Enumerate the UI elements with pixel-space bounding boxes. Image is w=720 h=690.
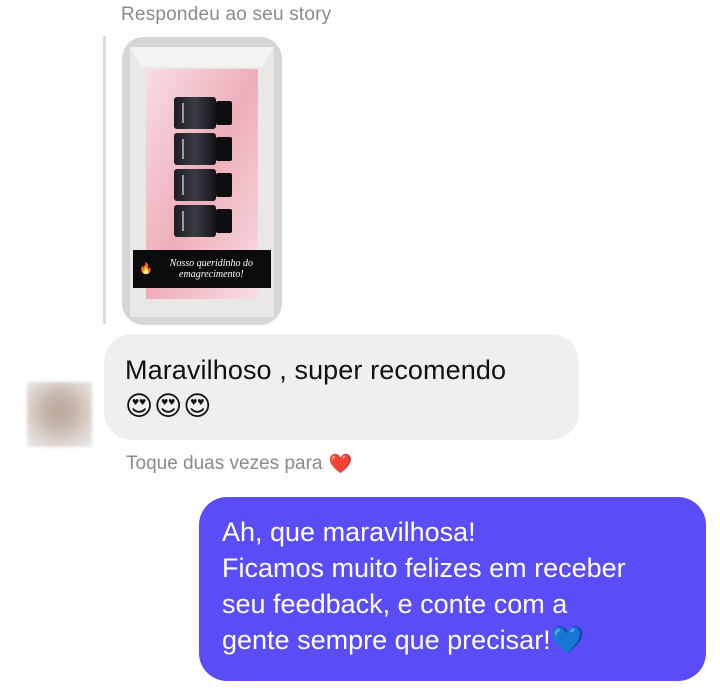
bottle-2 — [174, 133, 232, 165]
outgoing-message-line: seu feedback, e conte com a — [222, 589, 568, 619]
bottle-1 — [174, 97, 232, 129]
story-caption: 🔥 Nosso queridinho do emagrecimento! — [133, 250, 271, 288]
bottle-4 — [174, 205, 232, 237]
outgoing-message-line: gente sempre que precisar!💙 — [222, 625, 585, 655]
bottle-3 — [174, 169, 232, 201]
heart-icon: ❤️ — [328, 454, 353, 475]
outgoing-message-bubble[interactable]: Ah, que maravilhosa! Ficamos muito feliz… — [199, 497, 706, 681]
fire-icon: 🔥 — [139, 262, 153, 275]
outgoing-message-line: Ah, que maravilhosa! — [222, 517, 476, 547]
incoming-message-emojis: 😍😍😍 — [125, 391, 213, 421]
outgoing-message-line: Ficamos muito felizes em receber — [222, 553, 626, 583]
quote-bar — [103, 36, 106, 324]
story-reply-label: Respondeu ao seu story — [121, 4, 332, 25]
incoming-message-text: Maravilhoso , super recomendo — [125, 355, 507, 385]
avatar[interactable] — [27, 382, 92, 447]
story-thumbnail[interactable]: 🔥 Nosso queridinho do emagrecimento! — [122, 37, 282, 325]
double-tap-hint-text: Toque duas vezes para — [126, 453, 323, 474]
incoming-message-bubble[interactable]: Maravilhoso , super recomendo 😍😍😍 — [104, 334, 579, 440]
story-caption-text: Nosso queridinho do emagrecimento! — [169, 258, 254, 280]
double-tap-hint: Toque duas vezes para ❤️ — [126, 452, 352, 476]
